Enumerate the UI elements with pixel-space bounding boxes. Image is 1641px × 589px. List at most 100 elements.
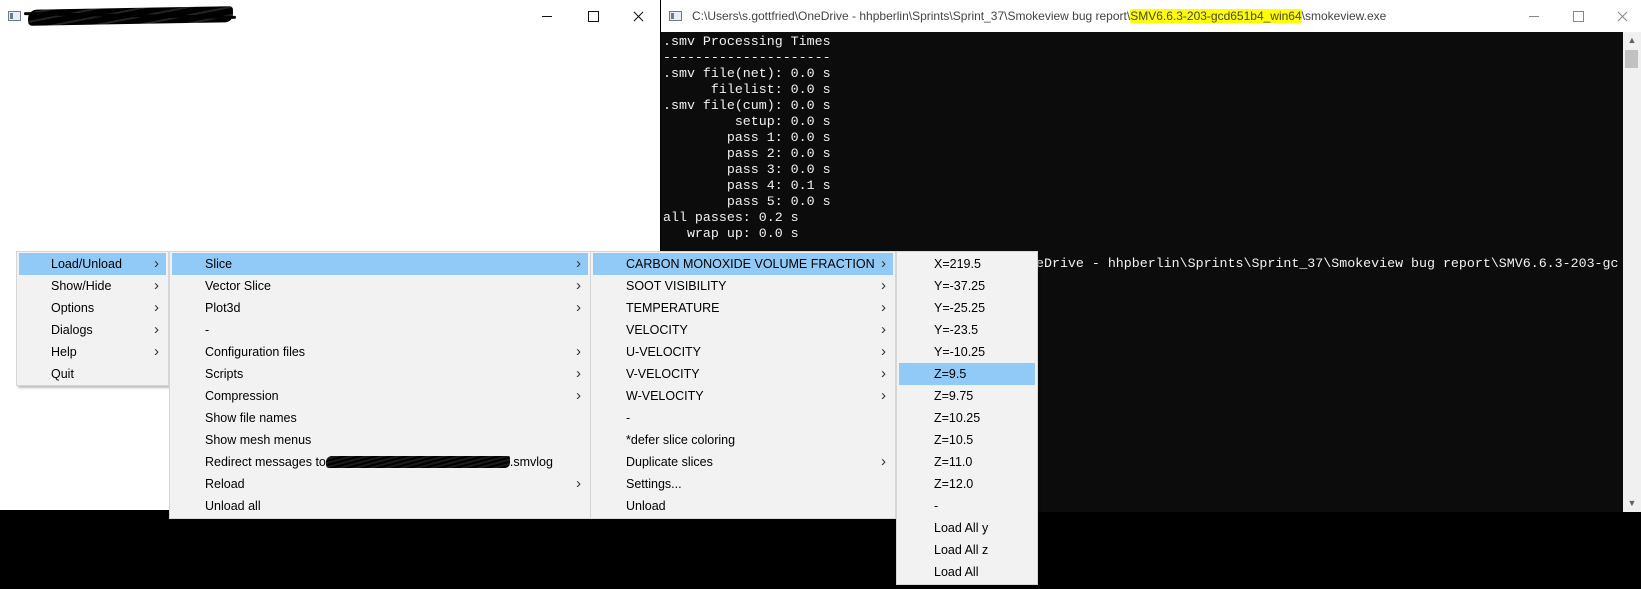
menu-item-suffix: .smvlog (509, 455, 553, 469)
smokeview-titlebar[interactable] (0, 0, 660, 32)
load-unload-item-show-mesh-menus[interactable]: Show mesh menus (172, 429, 588, 451)
main-item-load-unload[interactable]: Load/Unload › (19, 253, 166, 275)
main-item-options[interactable]: Options › (19, 297, 166, 319)
menu-item-label: Z=10.5 (934, 429, 973, 451)
load-unload-item-show-file-names[interactable]: Show file names (172, 407, 588, 429)
menu-item-label: - (934, 495, 938, 517)
menu-item-label: Z=9.5 (934, 363, 966, 385)
co-slices-item-y-10-25[interactable]: Y=-10.25 (899, 341, 1035, 363)
co-slices-item-z-9-5[interactable]: Z=9.5 (899, 363, 1035, 385)
menu-item-label: Scripts (205, 363, 243, 385)
load-unload-item-unload-all[interactable]: Unload all (172, 495, 588, 517)
menu-item-text: Redirect messages to (205, 455, 326, 469)
console-line: .smv file(net): 0.0 s (663, 66, 831, 81)
co-slices-item-y-23-5[interactable]: Y=-23.5 (899, 319, 1035, 341)
menu-item-label: Y=-10.25 (934, 341, 985, 363)
maximize-button[interactable] (570, 0, 616, 32)
main-item-dialogs[interactable]: Dialogs › (19, 319, 166, 341)
co-slices-item-z-10-5[interactable]: Z=10.5 (899, 429, 1035, 451)
minimize-button[interactable] (524, 0, 570, 32)
load-unload-item-plot3d[interactable]: Plot3d › (172, 297, 588, 319)
menu-item-text: Configuration files (205, 345, 306, 359)
menu-item-text: Slice (205, 257, 233, 271)
menu-item-text: Load/Unload (51, 257, 122, 271)
menu-item-label: Redirect messages to .smvlog (205, 451, 553, 473)
load-unload-item-compression[interactable]: Compression › (172, 385, 588, 407)
console-titlebar[interactable]: C:\Users\s.gottfried\OneDrive - hhpberli… (661, 0, 1641, 32)
menu-item-label: Slice (205, 253, 232, 275)
slice-item-soot-visibility[interactable]: SOOT VISIBILITY › (593, 275, 893, 297)
menu-item-text: Z=12.0 (934, 477, 974, 491)
slice-item-temperature[interactable]: TEMPERATURE › (593, 297, 893, 319)
main-item-show-hide[interactable]: Show/Hide › (19, 275, 166, 297)
menu-item-label: Load All (934, 561, 978, 583)
menu-item-label: Y=-37.25 (934, 275, 985, 297)
chevron-right-icon: › (576, 365, 581, 382)
chevron-right-icon: › (576, 299, 581, 316)
menu-item-text: Help (51, 345, 77, 359)
load-unload-item-slice[interactable]: Slice › (172, 253, 588, 275)
menu-item-text: *defer slice coloring (626, 433, 736, 447)
menu-item-label: Compression (205, 385, 279, 407)
menu-item-label: X=219.5 (934, 253, 981, 275)
co-slices-item-load-all-y[interactable]: Load All y (899, 517, 1035, 539)
menu-item-label: SOOT VISIBILITY (626, 275, 727, 297)
slice-submenu: CARBON MONOXIDE VOLUME FRACTION › SOOT VIS… (590, 251, 896, 519)
menu-item-text: TEMPERATURE (626, 301, 720, 315)
menu-item-label: Dialogs (51, 319, 93, 341)
console-maximize-button[interactable] (1555, 0, 1601, 32)
main-item-help[interactable]: Help › (19, 341, 166, 363)
co-slices-item-z-11-0[interactable]: Z=11.0 (899, 451, 1035, 473)
menu-item-label: Vector Slice (205, 275, 271, 297)
chevron-right-icon: › (154, 277, 159, 294)
chevron-right-icon: › (576, 387, 581, 404)
menu-item-text: Options (51, 301, 95, 315)
co-slices-item-load-all[interactable]: Load All (899, 561, 1035, 583)
co-slices-item-z-10-25[interactable]: Z=10.25 (899, 407, 1035, 429)
co-slices-item-z-12-0[interactable]: Z=12.0 (899, 473, 1035, 495)
co-slices-item-z-9-75[interactable]: Z=9.75 (899, 385, 1035, 407)
console-line: .smv file(cum): 0.0 s (663, 98, 831, 113)
menu-item-label: Z=9.75 (934, 385, 973, 407)
close-button[interactable] (615, 0, 661, 32)
slice-item-w-velocity[interactable]: W-VELOCITY › (593, 385, 893, 407)
load-unload-item-configuration-files[interactable]: Configuration files › (172, 341, 588, 363)
slice-item-v-velocity[interactable]: V-VELOCITY › (593, 363, 893, 385)
app-window-icon (8, 11, 21, 21)
co-slices-item-y-37-25[interactable]: Y=-37.25 (899, 275, 1035, 297)
slice-item-settings[interactable]: Settings... (593, 473, 893, 495)
console-minimize-button[interactable] (1511, 0, 1557, 32)
console-scrollbar[interactable]: ▲ ▼ (1623, 32, 1641, 512)
menu-item-label: Help (51, 341, 77, 363)
menu-item-text: Y=-37.25 (934, 279, 986, 293)
slice-item-velocity[interactable]: VELOCITY › (593, 319, 893, 341)
scroll-thumb[interactable] (1625, 50, 1638, 68)
menu-item-label: CARBON MONOXIDE VOLUME FRACTION (626, 253, 875, 275)
console-close-button[interactable] (1599, 0, 1641, 32)
co-slices-item-y-25-25[interactable]: Y=-25.25 (899, 297, 1035, 319)
menu-item-label: Quit (51, 363, 74, 385)
slice-item-carbon-monoxide-volume-fraction[interactable]: CARBON MONOXIDE VOLUME FRACTION › (593, 253, 893, 275)
slice-item-defer-slice-coloring[interactable]: *defer slice coloring (593, 429, 893, 451)
load-unload-item-reload[interactable]: Reload › (172, 473, 588, 495)
menu-item-text: Duplicate slices (626, 455, 713, 469)
co-slices-item-separator: - (899, 495, 1035, 517)
load-unload-item-redirect-messages-to[interactable]: Redirect messages to .smvlog (172, 451, 588, 473)
menu-item-text: Z=10.25 (934, 411, 981, 425)
menu-item-label: Reload (205, 473, 245, 495)
console-title: C:\Users\s.gottfried\OneDrive - hhpberli… (692, 0, 1386, 32)
menu-item-text: Scripts (205, 367, 244, 381)
load-unload-item-scripts[interactable]: Scripts › (172, 363, 588, 385)
co-slices-item-load-all-z[interactable]: Load All z (899, 539, 1035, 561)
console-line: setup: 0.0 s (663, 114, 831, 129)
co-slices-item-x-219-5[interactable]: X=219.5 (899, 253, 1035, 275)
slice-item-unload[interactable]: Unload (593, 495, 893, 517)
menu-item-text: CARBON MONOXIDE VOLUME FRACTION (626, 257, 875, 271)
slice-item-duplicate-slices[interactable]: Duplicate slices › (593, 451, 893, 473)
scroll-down-arrow-icon[interactable]: ▼ (1623, 495, 1641, 512)
scroll-up-arrow-icon[interactable]: ▲ (1623, 32, 1641, 49)
main-item-quit[interactable]: Quit (19, 363, 166, 385)
slice-item-u-velocity[interactable]: U-VELOCITY › (593, 341, 893, 363)
load-unload-item-vector-slice[interactable]: Vector Slice › (172, 275, 588, 297)
menu-item-label: Options (51, 297, 94, 319)
